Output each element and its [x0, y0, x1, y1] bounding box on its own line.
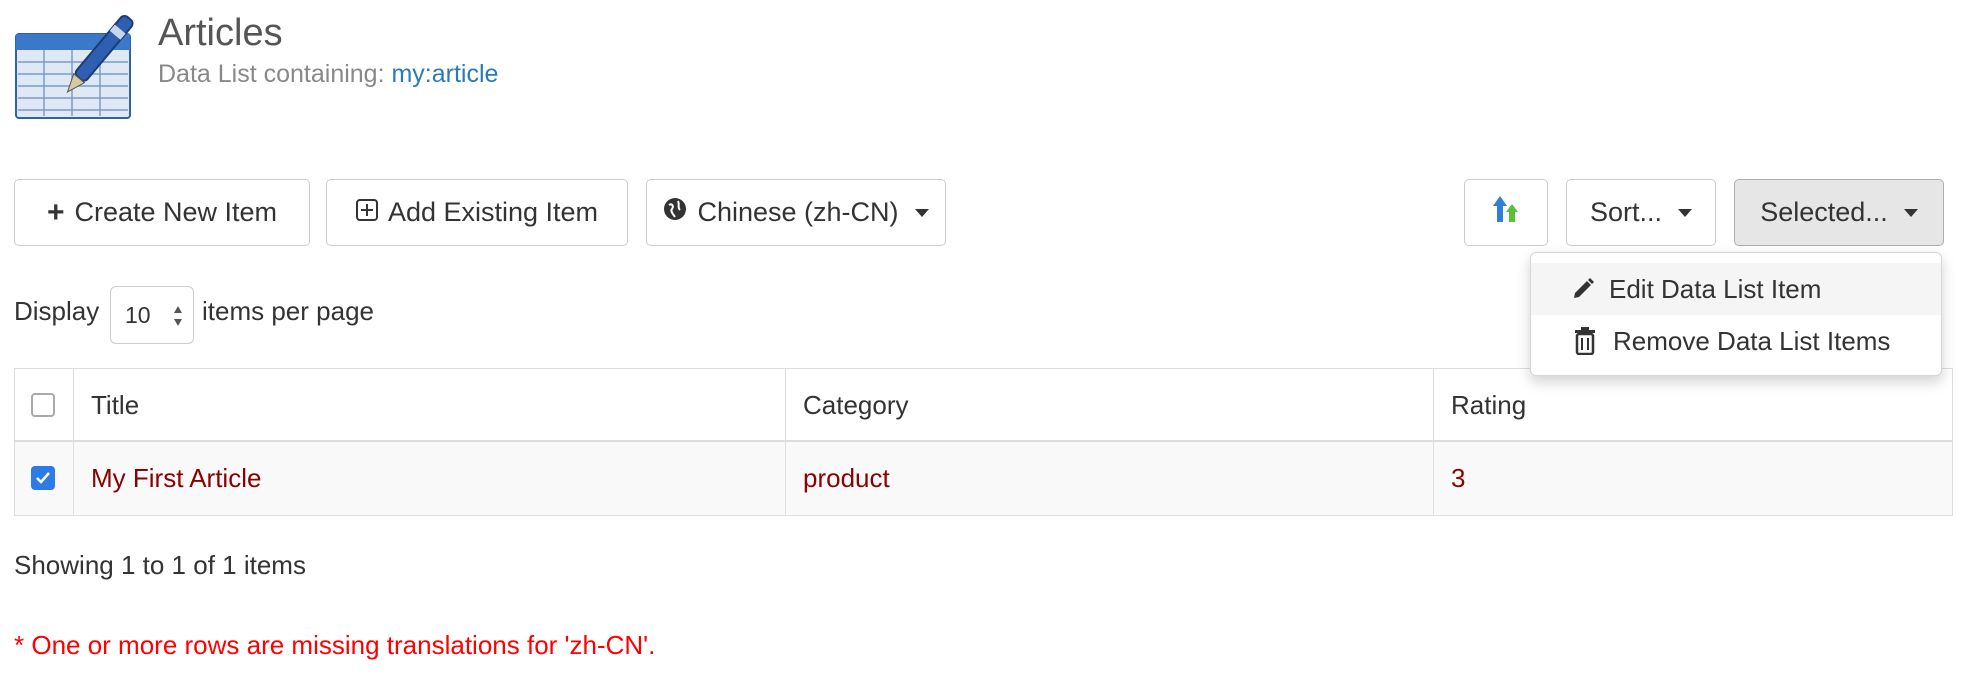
chevron-down-icon — [1903, 208, 1918, 217]
column-divider — [73, 369, 74, 515]
table-row[interactable]: My First Article product 3 — [15, 442, 1952, 515]
add-existing-item-button[interactable]: Add Existing Item — [326, 179, 628, 246]
sort-dropdown[interactable]: Sort... — [1566, 179, 1716, 246]
page-title: Articles — [158, 12, 283, 54]
selected-dropdown-menu: Edit Data List Item Remove Data List Ite… — [1530, 252, 1942, 376]
column-header-title[interactable]: Title — [91, 369, 139, 442]
chevron-down-icon — [914, 208, 929, 217]
pagination-summary: Showing 1 to 1 of 1 items — [14, 550, 306, 580]
language-dropdown[interactable]: Chinese (zh-CN) — [646, 179, 946, 246]
menu-item-edit-data-list-item[interactable]: Edit Data List Item — [1531, 263, 1941, 315]
data-list-table: Title Category Rating My First Article p… — [14, 368, 1953, 516]
create-new-item-button[interactable]: + Create New Item — [14, 179, 310, 246]
row-checkbox[interactable] — [31, 466, 55, 490]
pencil-icon — [1571, 277, 1595, 301]
plus-square-icon — [355, 197, 378, 228]
sort-label: Sort... — [1589, 197, 1663, 227]
page-subtitle: Data List containing: my:article — [158, 60, 498, 89]
display-label: Display — [14, 296, 100, 326]
column-divider — [1433, 369, 1434, 515]
row-rating-cell[interactable]: 3 — [1451, 442, 1465, 515]
menu-item-label: Remove Data List Items — [1613, 325, 1891, 356]
publish-button[interactable] — [1464, 179, 1548, 246]
select-all-checkbox[interactable] — [31, 393, 55, 417]
data-list-logo-icon — [14, 14, 138, 120]
column-header-category[interactable]: Category — [803, 369, 909, 442]
row-title-cell[interactable]: My First Article — [91, 442, 261, 515]
missing-translation-warning: * One or more rows are missing translati… — [14, 630, 656, 660]
items-per-page-label: items per page — [202, 296, 374, 326]
language-label: Chinese (zh-CN) — [697, 197, 899, 227]
page-size-select[interactable]: 10 — [110, 286, 194, 344]
column-divider — [785, 369, 786, 515]
column-header-rating[interactable]: Rating — [1451, 369, 1526, 442]
selected-label: Selected... — [1760, 197, 1888, 227]
globe-icon — [663, 197, 687, 228]
page-size-value: 10 — [125, 301, 151, 328]
content-type-link[interactable]: my:article — [391, 60, 498, 88]
plus-icon: + — [46, 195, 65, 229]
add-existing-item-label: Add Existing Item — [387, 197, 599, 227]
check-icon — [36, 472, 50, 484]
create-new-item-label: Create New Item — [74, 197, 278, 227]
menu-item-label: Edit Data List Item — [1609, 273, 1822, 304]
menu-item-remove-data-list-items[interactable]: Remove Data List Items — [1531, 315, 1941, 367]
table-header-row: Title Category Rating — [15, 369, 1952, 442]
trash-icon — [1573, 327, 1597, 355]
publish-arrows-icon — [1491, 194, 1521, 231]
chevron-down-icon — [1678, 208, 1693, 217]
subtitle-prefix: Data List containing: — [158, 60, 385, 88]
row-category-cell[interactable]: product — [803, 442, 890, 515]
select-arrows-icon — [173, 305, 183, 327]
selected-dropdown[interactable]: Selected... — [1734, 179, 1944, 246]
